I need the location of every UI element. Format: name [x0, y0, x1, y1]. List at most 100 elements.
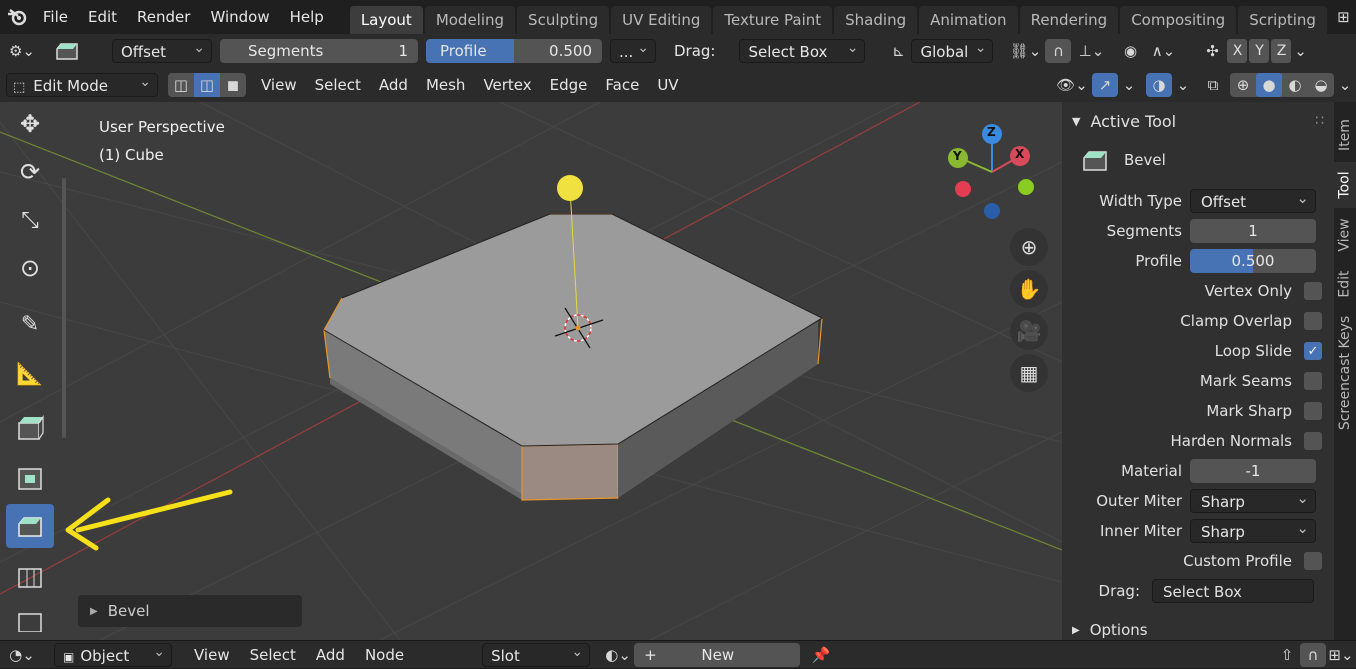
tab-item[interactable]: Item — [1334, 110, 1356, 160]
slot-dropdown[interactable]: Slot — [482, 640, 591, 667]
more-options-dropdown[interactable]: ... — [610, 36, 656, 63]
tab-rendering[interactable]: Rendering — [1019, 6, 1119, 34]
falloff-curve-icon[interactable]: ∧⌄ — [1143, 39, 1183, 63]
blender-logo-icon[interactable] — [2, 5, 33, 29]
zoom-icon[interactable]: ⊕ — [1010, 228, 1048, 266]
knife-tool-icon[interactable] — [6, 602, 54, 638]
menu-vertex[interactable]: Vertex — [474, 68, 540, 102]
new-material-button[interactable]: + New — [634, 642, 801, 667]
gizmo-chevron-icon[interactable]: ⌄ — [1118, 73, 1140, 97]
snap-magnet-icon[interactable]: ∩ — [1045, 39, 1072, 63]
loop-cut-tool-icon[interactable] — [6, 554, 54, 598]
mark-seams-checkbox[interactable] — [1304, 372, 1322, 390]
workspace-more-icon[interactable]: ⊞ — [1331, 5, 1356, 29]
material-input[interactable]: -1 — [1190, 459, 1316, 483]
tab-uv-editing[interactable]: UV Editing — [611, 6, 712, 34]
menu-uv[interactable]: UV — [648, 68, 687, 102]
panel-grip-icon[interactable]: ∷ — [1315, 113, 1324, 129]
face-select-icon[interactable]: ◼ — [220, 73, 246, 97]
pivot-link-icon[interactable]: ⛓⌄ — [1005, 39, 1045, 63]
mark-sharp-checkbox[interactable] — [1304, 402, 1322, 420]
snap-icon[interactable]: ∩ — [1300, 642, 1326, 667]
tab-layout[interactable]: Layout — [349, 6, 423, 34]
bevel-tool-button[interactable] — [6, 504, 54, 548]
mirror-y-toggle[interactable]: Y — [1249, 39, 1270, 63]
inset-tool-icon[interactable] — [6, 456, 54, 500]
editor-type-dropdown-icon[interactable]: ◔⌄ — [0, 643, 44, 667]
snap-type-icon[interactable]: ⊞⌄ — [1326, 643, 1356, 667]
inner-miter-select[interactable]: Sharp — [1190, 516, 1316, 543]
rotate-tool-icon[interactable]: ⟳ — [6, 150, 54, 194]
loop-slide-checkbox[interactable]: ✓ — [1304, 342, 1322, 360]
editor-type-icon[interactable]: ⚙⌄ — [0, 39, 44, 63]
toolbar-scrollbar[interactable] — [62, 178, 66, 438]
material-shading-icon[interactable]: ◐ — [1282, 73, 1308, 97]
mode-dropdown[interactable]: ⬚ Edit Mode — [6, 70, 158, 97]
custom-profile-checkbox[interactable] — [1304, 552, 1322, 570]
tab-view[interactable]: View — [1334, 210, 1356, 260]
overlay-toggle-icon[interactable]: ◑ — [1146, 73, 1172, 97]
3d-viewport[interactable]: Z X Y User Perspective (1) Cube ⊕ ✋ 🎥 ▦ — [0, 102, 1062, 640]
segments-field[interactable]: Segments 1 — [220, 39, 418, 63]
menu-mesh[interactable]: Mesh — [417, 68, 475, 102]
orientation-dropdown[interactable]: Global — [911, 36, 994, 63]
vertex-select-icon[interactable]: ◫ — [168, 73, 194, 97]
tab-modeling[interactable]: Modeling — [424, 6, 516, 34]
menu-edit[interactable]: Edit — [78, 0, 127, 34]
object-dropdown[interactable]: ▣ Object — [54, 640, 172, 667]
scale-tool-icon[interactable]: ⤡ — [6, 198, 54, 242]
np-drag-select[interactable]: Select Box — [1152, 579, 1314, 603]
shading-chevron-icon[interactable]: ⌄ — [1334, 73, 1356, 97]
profile-slider[interactable]: 0.500 — [1190, 249, 1316, 273]
bottom-menu-view[interactable]: View — [184, 641, 240, 669]
extrude-tool-icon[interactable] — [6, 406, 54, 450]
menu-view[interactable]: View — [252, 68, 306, 102]
tab-edit[interactable]: Edit — [1334, 262, 1356, 306]
active-tool-header[interactable]: ▼ Active Tool ∷ — [1062, 108, 1334, 134]
tab-tool[interactable]: Tool — [1334, 162, 1356, 208]
menu-render[interactable]: Render — [127, 0, 200, 34]
rendered-shading-icon[interactable]: ◒ — [1308, 73, 1334, 97]
bottom-menu-select[interactable]: Select — [240, 641, 306, 669]
bottom-menu-node[interactable]: Node — [355, 641, 414, 669]
edge-select-icon[interactable]: ◫ — [194, 73, 220, 97]
menu-file[interactable]: File — [33, 0, 78, 34]
menu-face[interactable]: Face — [596, 68, 648, 102]
segments-input[interactable]: 1 — [1190, 219, 1316, 243]
annotate-tool-icon[interactable]: ✎ — [6, 302, 54, 346]
options-header[interactable]: ▶ Options — [1072, 620, 1148, 640]
bevelled-cube[interactable] — [323, 213, 824, 501]
mirror-butterfly-icon[interactable]: ✣ — [1199, 39, 1225, 63]
parent-node-tree-icon[interactable]: ⇧ — [1274, 643, 1300, 667]
harden-normals-checkbox[interactable] — [1304, 432, 1322, 450]
move-tool-icon[interactable]: ✥ — [6, 102, 54, 146]
proportional-edit-icon[interactable]: ◉ — [1117, 39, 1143, 63]
material-sphere-icon[interactable]: ◐⌄ — [602, 643, 634, 667]
menu-edge[interactable]: Edge — [541, 68, 597, 102]
last-operator-panel[interactable]: ▶ Bevel — [78, 595, 302, 627]
bottom-menu-add[interactable]: Add — [306, 641, 355, 669]
overlay-chevron-icon[interactable]: ⌄ — [1172, 73, 1194, 97]
pin-icon[interactable]: 📌 — [808, 643, 834, 667]
mirror-z-toggle[interactable]: Z — [1271, 39, 1292, 63]
width-type-select[interactable]: Offset — [1190, 186, 1316, 213]
transform-tool-icon[interactable]: ⊙ — [6, 246, 54, 290]
tab-screencast-keys[interactable]: Screencast Keys — [1334, 308, 1356, 438]
snap-target-icon[interactable]: ⊥⌄ — [1071, 39, 1111, 63]
tab-texture-paint[interactable]: Texture Paint — [713, 6, 833, 34]
outer-miter-select[interactable]: Sharp — [1190, 486, 1316, 513]
measure-tool-icon[interactable]: 📐 — [6, 352, 54, 396]
camera-icon[interactable]: 🎥 — [1010, 312, 1048, 350]
menu-select[interactable]: Select — [306, 68, 370, 102]
tab-shading[interactable]: Shading — [834, 6, 918, 34]
gizmo-toggle-icon[interactable]: ↗ — [1092, 73, 1118, 97]
menu-add[interactable]: Add — [370, 68, 417, 102]
width-type-dropdown[interactable]: Offset — [112, 36, 212, 63]
menu-window[interactable]: Window — [200, 0, 279, 34]
drag-dropdown[interactable]: Select Box — [739, 36, 866, 63]
tab-sculpting[interactable]: Sculpting — [517, 6, 610, 34]
tab-animation[interactable]: Animation — [919, 6, 1018, 34]
clamp-overlap-checkbox[interactable] — [1304, 312, 1322, 330]
profile-slider[interactable]: Profile 0.500 — [426, 39, 602, 63]
light-object-icon[interactable] — [557, 175, 583, 201]
